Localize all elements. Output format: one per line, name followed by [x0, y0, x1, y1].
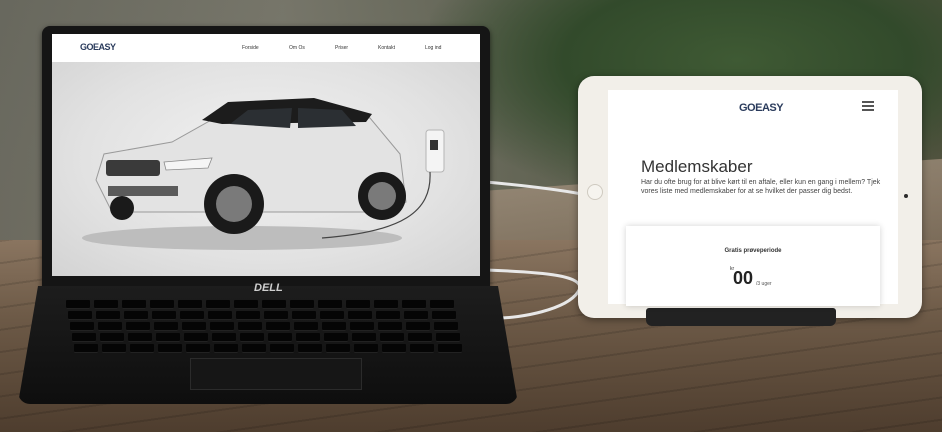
keyboard-key[interactable]	[318, 300, 342, 309]
keyboard-key[interactable]	[294, 322, 318, 331]
keyboard-key[interactable]	[70, 322, 94, 331]
home-button-icon[interactable]	[587, 184, 603, 200]
camera-icon	[904, 194, 908, 198]
keyboard-key[interactable]	[436, 333, 460, 342]
hero-image	[52, 62, 480, 276]
price-value: 00	[733, 268, 754, 288]
keyboard-key[interactable]	[326, 344, 350, 353]
keyboard-key[interactable]	[438, 344, 462, 353]
keyboard-key[interactable]	[376, 311, 400, 320]
keyboard-key[interactable]	[240, 333, 264, 342]
keyboard-key[interactable]	[96, 311, 120, 320]
laptop-brand-logo: DELL	[254, 282, 283, 294]
keyboard-key[interactable]	[158, 344, 182, 353]
price-unit: /3 uger	[756, 281, 772, 287]
keyboard-key[interactable]	[268, 333, 292, 342]
keyboard-key[interactable]	[214, 344, 238, 353]
keyboard-key[interactable]	[128, 333, 152, 342]
keyboard-key[interactable]	[234, 300, 258, 309]
keyboard-key[interactable]	[154, 322, 178, 331]
membership-card[interactable]: Gratis prøveperiode kr 00 /3 uger	[626, 226, 880, 306]
keyboard-key[interactable]	[98, 322, 122, 331]
keyboard-key[interactable]	[68, 311, 92, 320]
site-logo[interactable]: GOEASY	[80, 42, 116, 52]
keyboard-key[interactable]	[100, 333, 124, 342]
keyboard-key[interactable]	[320, 311, 344, 320]
nav-link-forside[interactable]: Forside	[242, 45, 259, 51]
keyboard-key[interactable]	[186, 344, 210, 353]
hamburger-menu-icon[interactable]	[862, 101, 874, 113]
keyboard-key[interactable]	[238, 322, 262, 331]
keyboard-key[interactable]	[348, 311, 372, 320]
keyboard-key[interactable]	[350, 322, 374, 331]
keyboard-key[interactable]	[374, 300, 398, 309]
keyboard-key[interactable]	[430, 300, 454, 309]
touchpad	[190, 358, 362, 390]
card-title: Gratis prøveperiode	[724, 248, 782, 254]
keyboard-key[interactable]	[346, 300, 370, 309]
keyboard-key[interactable]	[74, 344, 98, 353]
keyboard-key[interactable]	[242, 344, 266, 353]
nav-link-log-ind[interactable]: Log ind	[425, 45, 441, 51]
keyboard-key[interactable]	[180, 311, 204, 320]
keyboard-key[interactable]	[212, 333, 236, 342]
keyboard-key[interactable]	[266, 322, 290, 331]
keyboard-key[interactable]	[184, 333, 208, 342]
keyboard-key[interactable]	[354, 344, 378, 353]
keyboard-key[interactable]	[126, 322, 150, 331]
keyboard-key[interactable]	[408, 333, 432, 342]
keyboard-key[interactable]	[290, 300, 314, 309]
keyboard-key[interactable]	[262, 300, 286, 309]
keyboard-key[interactable]	[382, 344, 406, 353]
keyboard-key[interactable]	[402, 300, 426, 309]
keyboard-key[interactable]	[66, 300, 90, 309]
keyboard-key[interactable]	[94, 300, 118, 309]
keyboard-key[interactable]	[178, 300, 202, 309]
keyboard-key[interactable]	[296, 333, 320, 342]
keyboard-key[interactable]	[102, 344, 126, 353]
nav-link-priser[interactable]: Priser	[335, 45, 348, 51]
keyboard-key[interactable]	[156, 333, 180, 342]
keyboard-key[interactable]	[432, 311, 456, 320]
keyboard-key[interactable]	[298, 344, 322, 353]
page-title: Medlemskaber	[641, 157, 753, 176]
keyboard-key[interactable]	[72, 333, 96, 342]
keyboard-key[interactable]	[434, 322, 458, 331]
keyboard-key[interactable]	[124, 311, 148, 320]
car-image	[82, 98, 445, 250]
keyboard-key[interactable]	[404, 311, 428, 320]
laptop-screen: GOEASY Forside Om Os Priser Kontakt Log …	[52, 34, 480, 276]
keyboard-key[interactable]	[210, 322, 234, 331]
site-nav: GOEASY Forside Om Os Priser Kontakt Log …	[52, 34, 480, 62]
keyboard-key[interactable]	[324, 333, 348, 342]
keyboard-key[interactable]	[270, 344, 294, 353]
keyboard-key[interactable]	[292, 311, 316, 320]
keyboard-key[interactable]	[264, 311, 288, 320]
nav-link-om-os[interactable]: Om Os	[289, 45, 305, 51]
tablet-site-logo[interactable]: GOEASY	[739, 102, 784, 114]
keyboard-key[interactable]	[152, 311, 176, 320]
nav-link-kontakt[interactable]: Kontakt	[378, 45, 395, 51]
keyboard	[66, 300, 466, 358]
intro-text: Har du ofte brug for at blive kørt til e…	[641, 179, 881, 195]
tablet-stand	[646, 308, 836, 326]
keyboard-key[interactable]	[208, 311, 232, 320]
keyboard-key[interactable]	[122, 300, 146, 309]
keyboard-key[interactable]	[380, 333, 404, 342]
keyboard-key[interactable]	[182, 322, 206, 331]
keyboard-key[interactable]	[322, 322, 346, 331]
keyboard-key[interactable]	[352, 333, 376, 342]
keyboard-key[interactable]	[150, 300, 174, 309]
keyboard-key[interactable]	[410, 344, 434, 353]
keyboard-key[interactable]	[130, 344, 154, 353]
keyboard-key[interactable]	[378, 322, 402, 331]
keyboard-key[interactable]	[406, 322, 430, 331]
keyboard-key[interactable]	[236, 311, 260, 320]
keyboard-key[interactable]	[206, 300, 230, 309]
